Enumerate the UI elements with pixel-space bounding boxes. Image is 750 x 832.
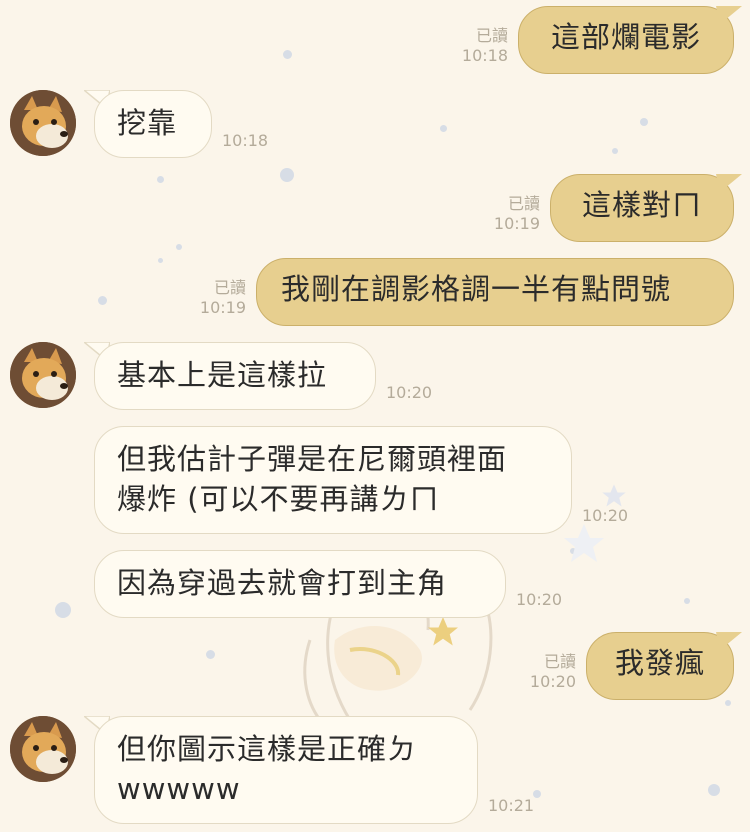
message-bubble[interactable]: 因為穿過去就會打到主角 [94,550,506,618]
shiba-dog-avatar-icon [10,716,76,782]
message-time: 10:18 [461,46,508,65]
message-text: 因為穿過去就會打到主角 [117,566,448,600]
read-label: 已讀 [213,278,246,297]
message-time: 10:19 [199,298,246,317]
star-icon [564,524,604,562]
message-bubble[interactable]: 挖靠 [94,90,212,158]
message-bubble[interactable]: 基本上是這樣拉 [94,342,376,410]
bubble-tail [716,6,742,24]
message-bubble[interactable]: 這部爛電影 [518,6,734,74]
read-receipt: 已讀 10:18 [440,26,508,66]
read-receipt: 已讀 10:19 [472,194,540,234]
message-text-line: 爆炸 (可以不要再講ㄌㄇ [117,482,440,516]
message-text: 基本上是這樣拉 [117,358,328,392]
message-time: 10:20 [386,383,433,402]
message-text: 我剛在調影格調一半有點問號 [281,272,672,306]
message-time: 10:21 [488,796,535,815]
avatar[interactable] [10,90,76,156]
avatar[interactable] [10,342,76,408]
message-text-line: 但你圖示這樣是正確ㄉ [117,732,418,766]
message-bubble[interactable]: 但我估計子彈是在尼爾頭裡面 爆炸 (可以不要再講ㄌㄇ [94,426,572,534]
bubble-tail [716,632,742,650]
avatar[interactable] [10,716,76,782]
message-text: 這部爛電影 [550,20,701,54]
shiba-dog-avatar-icon [10,90,76,156]
message-time: 10:20 [529,672,576,691]
read-label: 已讀 [507,194,540,213]
message-text: 我發瘋 [614,646,705,680]
message-bubble[interactable]: 我發瘋 [586,632,734,700]
star-icon [428,617,458,646]
message-text: 這樣對ㄇ [581,188,702,222]
read-label: 已讀 [543,652,576,671]
message-time: 10:20 [582,506,629,525]
message-bubble[interactable]: 我剛在調影格調一半有點問號 [256,258,734,326]
message-time: 10:20 [516,590,563,609]
message-time: 10:19 [493,214,540,233]
bubble-tail [716,174,742,192]
read-label: 已讀 [475,26,508,45]
read-receipt: 已讀 10:19 [178,278,246,318]
message-bubble[interactable]: 但你圖示這樣是正確ㄉ wwwww [94,716,478,824]
message-text-line: wwwww [117,772,241,806]
read-receipt: 已讀 10:20 [508,652,576,692]
message-text-line: 但我估計子彈是在尼爾頭裡面 [117,442,508,476]
message-bubble[interactable]: 這樣對ㄇ [550,174,734,242]
message-text: 挖靠 [117,106,178,140]
shiba-dog-avatar-icon [10,342,76,408]
message-time: 10:18 [222,131,269,150]
